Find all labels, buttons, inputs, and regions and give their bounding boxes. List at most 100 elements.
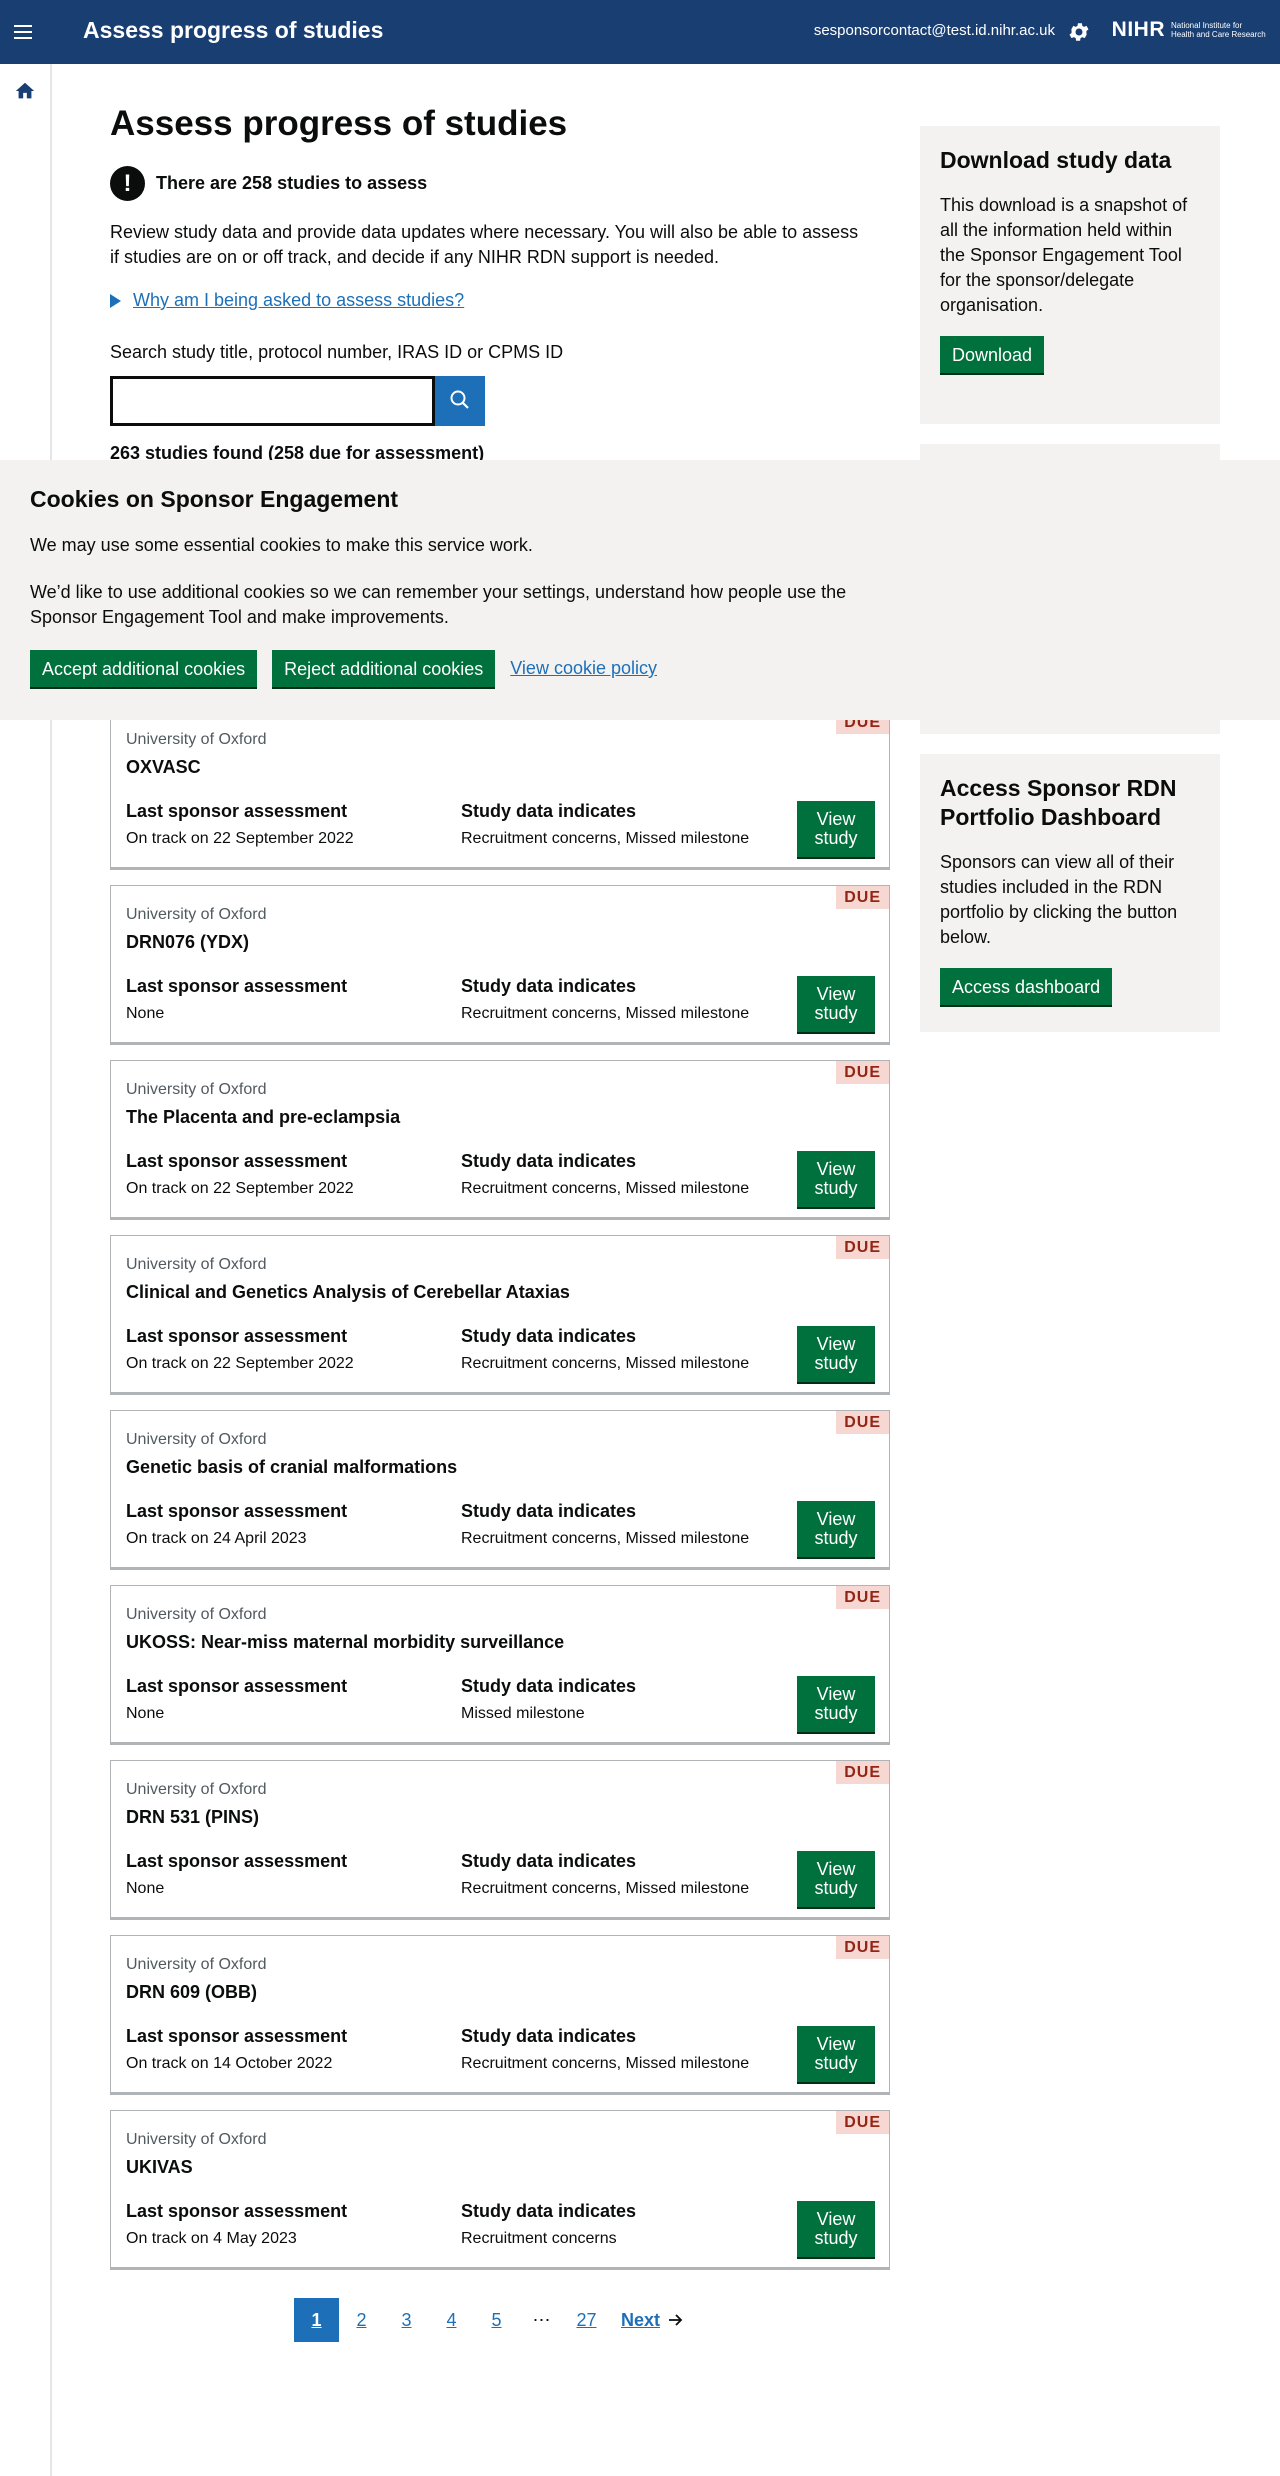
details-link[interactable]: Why am I being asked to assess studies?: [133, 290, 464, 311]
study-organisation: University of Oxford: [126, 731, 267, 748]
cookie-actions: Accept additional cookies Reject additio…: [30, 650, 657, 687]
data-indicates-value: Recruitment concerns, Missed milestone: [461, 1180, 750, 1197]
study-organisation: University of Oxford: [126, 2131, 267, 2148]
dashboard-text: Sponsors can view all of their studies i…: [940, 852, 1178, 947]
last-assessment-value: On track on 4 May 2023: [126, 2230, 297, 2247]
data-indicates-value: Recruitment concerns, Missed milestone: [461, 1005, 750, 1022]
data-indicates-label: Study data indicates: [461, 1676, 637, 1696]
page-link[interactable]: 27: [564, 2298, 609, 2342]
last-assessment-value: On track on 22 September 2022: [126, 1355, 354, 1372]
study-title: Genetic basis of cranial malformations: [126, 1457, 458, 1477]
study-organisation: University of Oxford: [126, 1081, 267, 1098]
page-link[interactable]: 2: [339, 2298, 384, 2342]
view-study-button[interactable]: View study: [797, 1676, 875, 1732]
last-assessment-value: On track on 22 September 2022: [126, 1180, 354, 1197]
data-indicates-label: Study data indicates: [461, 2026, 637, 2046]
page-link[interactable]: 4: [429, 2298, 474, 2342]
last-assessment-label: Last sponsor assessment: [126, 976, 348, 996]
view-study-button[interactable]: View study: [797, 1501, 875, 1557]
view-study-button[interactable]: View study: [797, 801, 875, 857]
view-study-button[interactable]: View study: [797, 1151, 875, 1207]
arrow-right-icon: [669, 2314, 683, 2326]
pagination: 1 2 3 4 5 ⋯ 27 Next: [294, 2298, 684, 2342]
user-email: sesponsorcontact@test.id.nihr.ac.uk: [813, 22, 1055, 39]
intro-text: Review study data and provide data updat…: [110, 222, 859, 267]
page-link[interactable]: 5: [474, 2298, 519, 2342]
view-study-button[interactable]: View study: [797, 1851, 875, 1907]
app-title[interactable]: Assess progress of studies: [83, 17, 383, 44]
data-indicates-value: Missed milestone: [461, 1705, 585, 1722]
study-title: DRN 609 (OBB): [126, 1982, 258, 2002]
data-indicates-value: Recruitment concerns, Missed milestone: [461, 2055, 750, 2072]
reject-cookies-button[interactable]: Reject additional cookies: [272, 650, 496, 687]
details-toggle[interactable]: Why am I being asked to assess studies?: [110, 290, 464, 311]
home-icon[interactable]: [14, 80, 36, 102]
due-badge: DUE: [836, 1761, 889, 1784]
study-title: UKIVAS: [126, 2157, 193, 2177]
data-indicates-label: Study data indicates: [461, 1851, 637, 1871]
due-badge: DUE: [836, 1411, 889, 1434]
download-button[interactable]: Download: [940, 336, 1045, 373]
data-indicates-value: Recruitment concerns, Missed milestone: [461, 1530, 750, 1547]
cookie-policy-link[interactable]: View cookie policy: [510, 658, 657, 679]
last-assessment-value: None: [126, 1880, 165, 1897]
last-assessment-label: Last sponsor assessment: [126, 1326, 348, 1346]
study-organisation: University of Oxford: [126, 1781, 267, 1798]
study-card: DUE University of Oxford Clinical and Gene…: [110, 1235, 890, 1393]
accept-cookies-button[interactable]: Accept additional cookies: [30, 650, 258, 687]
study-card: DUE University of Oxford The Placenta and …: [110, 1060, 890, 1218]
data-indicates-value: Recruitment concerns, Missed milestone: [461, 830, 750, 847]
page-link[interactable]: 3: [384, 2298, 429, 2342]
next-label: Next: [621, 2309, 661, 2330]
warning-icon: !: [110, 166, 145, 201]
due-badge: DUE: [836, 886, 889, 909]
due-badge: DUE: [836, 1936, 889, 1959]
study-title: OXVASC: [126, 757, 201, 777]
study-organisation: University of Oxford: [126, 1431, 267, 1448]
view-study-button[interactable]: View study: [797, 1326, 875, 1382]
last-assessment-label: Last sponsor assessment: [126, 1151, 348, 1171]
last-assessment-label: Last sponsor assessment: [126, 801, 348, 821]
last-assessment-value: On track on 14 October 2022: [126, 2055, 333, 2072]
study-title: DRN 531 (PINS): [126, 1807, 260, 1827]
due-badge: DUE: [836, 1236, 889, 1259]
top-header: Assess progress of studies sesponsorcont…: [0, 0, 1280, 64]
cookie-banner: Cookies on Sponsor Engagement We may use…: [0, 460, 1280, 720]
study-organisation: University of Oxford: [126, 1956, 267, 1973]
download-heading: Download study data: [940, 147, 1172, 173]
page-title: Assess progress of studies: [110, 104, 568, 143]
access-dashboard-button[interactable]: Access dashboard: [940, 968, 1113, 1005]
data-indicates-value: Recruitment concerns, Missed milestone: [461, 1355, 750, 1372]
data-indicates-value: Recruitment concerns: [461, 2230, 617, 2247]
last-assessment-value: On track on 22 September 2022: [126, 830, 354, 847]
data-indicates-label: Study data indicates: [461, 1151, 637, 1171]
study-card: DUE University of Oxford DRN076 (YDX) Last …: [110, 885, 890, 1043]
search-input[interactable]: [110, 376, 435, 426]
last-assessment-value: None: [126, 1705, 165, 1722]
cookie-text-additional: We’d like to use additional cookies so w…: [30, 582, 847, 627]
download-text: This download is a snapshot of all the i…: [940, 195, 1188, 315]
search-button[interactable]: [435, 376, 485, 426]
studies-alert: ! There are 258 studies to assess: [110, 166, 427, 201]
study-card: DUE University of Oxford UKOSS: Near-miss …: [110, 1585, 890, 1743]
pagination-ellipsis: ⋯: [532, 2309, 551, 2330]
logo-text: NIHR: [1111, 18, 1165, 41]
last-assessment-label: Last sponsor assessment: [126, 2026, 348, 2046]
study-organisation: University of Oxford: [126, 1256, 267, 1273]
cookie-text-essential: We may use some essential cookies to mak…: [30, 535, 533, 555]
view-study-button[interactable]: View study: [797, 2201, 875, 2257]
last-assessment-label: Last sponsor assessment: [126, 1676, 348, 1696]
nihr-logo[interactable]: NIHR National Institute for Health and C…: [1112, 18, 1266, 42]
next-page-link[interactable]: Next: [609, 2298, 684, 2342]
menu-icon[interactable]: [14, 18, 40, 46]
study-title: DRN076 (YDX): [126, 932, 250, 952]
study-card: DUE University of Oxford DRN 531 (PINS) Las…: [110, 1760, 890, 1918]
view-study-button[interactable]: View study: [797, 2026, 875, 2082]
data-indicates-label: Study data indicates: [461, 2201, 637, 2221]
dashboard-heading: Access Sponsor RDN Portfolio Dashboard: [940, 775, 1177, 830]
gear-icon[interactable]: [1067, 20, 1091, 44]
study-card: DUE University of Oxford DRN 609 (OBB) Last…: [110, 1935, 890, 2093]
view-study-button[interactable]: View study: [797, 976, 875, 1032]
page-link[interactable]: 1: [294, 2298, 339, 2342]
study-title: UKOSS: Near-miss maternal morbidity surv…: [126, 1632, 565, 1652]
